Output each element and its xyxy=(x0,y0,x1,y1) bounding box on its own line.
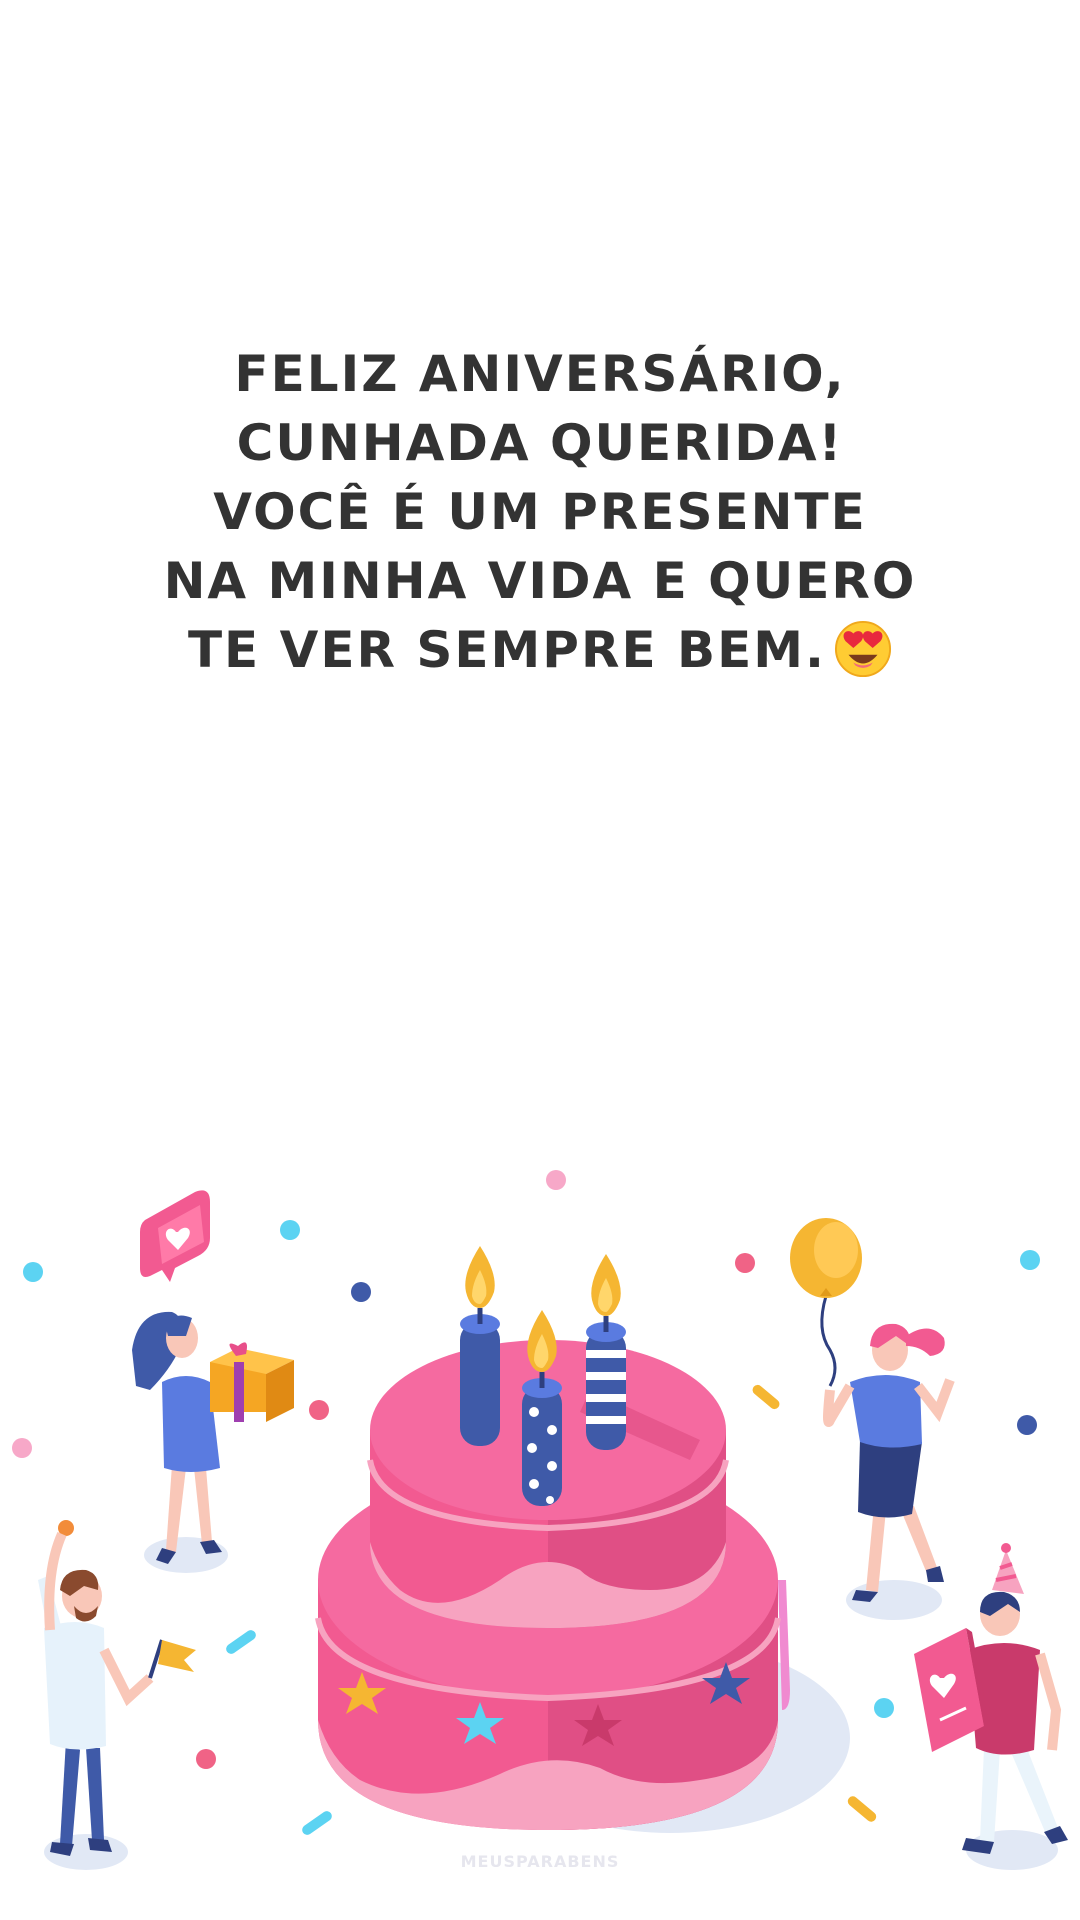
heart-eyes-emoji-icon xyxy=(834,620,892,677)
heart-notification-icon xyxy=(140,1190,210,1282)
candle-icon xyxy=(460,1246,500,1446)
man-with-flag xyxy=(38,1520,196,1870)
balloon-icon xyxy=(790,1218,862,1387)
candle-icon xyxy=(586,1254,626,1450)
message-line-3: VOCÊ É UM PRESENTE xyxy=(213,483,867,541)
message-line-2: CUNHADA QUERIDA! xyxy=(236,414,844,472)
message-line-4: NA MINHA VIDA E QUERO xyxy=(163,552,917,610)
watermark: MEUSPARABENS xyxy=(460,1852,620,1871)
woman-with-balloon xyxy=(823,1323,955,1620)
woman-with-gift xyxy=(132,1311,294,1573)
party-hat-icon xyxy=(992,1543,1024,1594)
message-line-5: TE VER SEMPRE BEM. xyxy=(187,621,827,679)
candle-icon xyxy=(522,1310,562,1506)
message-line-1: FELIZ ANIVERSÁRIO, xyxy=(234,345,846,403)
message-line-5-wrap: TE VER SEMPRE BEM. xyxy=(0,616,1080,685)
birthday-party-illustration xyxy=(12,1170,1068,1870)
birthday-message: FELIZ ANIVERSÁRIO, CUNHADA QUERIDA! VOCÊ… xyxy=(0,340,1080,685)
